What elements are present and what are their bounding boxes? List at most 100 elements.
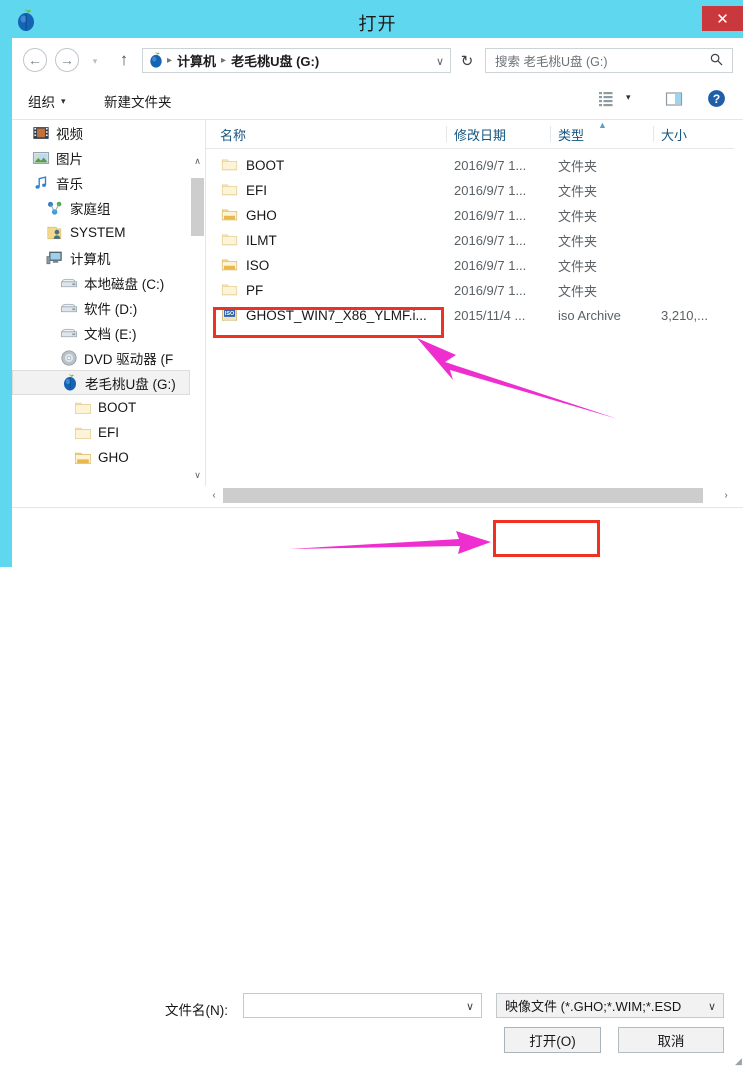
breadcrumb-separator[interactable]: ▸: [218, 55, 229, 66]
search-input[interactable]: 搜索 老毛桃U盘 (G:): [495, 51, 608, 70]
recent-locations-icon[interactable]: ▾: [89, 55, 101, 67]
column-divider[interactable]: [550, 126, 551, 142]
view-chevron-down-icon[interactable]: ▾: [626, 92, 631, 103]
file-list-hscrollbar[interactable]: ‹ ›: [206, 486, 734, 506]
sidebar-item-c[interactable]: 本地磁盘 (C:): [12, 270, 190, 295]
breadcrumb-separator[interactable]: ▸: [164, 55, 175, 66]
folder-icon: [74, 424, 92, 442]
file-name-cell: BOOT: [246, 158, 285, 173]
folder-full-icon: [220, 206, 239, 223]
dialog-footer: 文件名(N): ∨ 映像文件 (*.GHO;*.WIM;*.ESD ∨ 打开(O…: [12, 508, 743, 1066]
chevron-down-icon: ▾: [61, 95, 66, 106]
breadcrumb-computer[interactable]: 计算机: [175, 51, 218, 70]
dvd-icon: [60, 349, 78, 367]
svg-text:ISO: ISO: [225, 311, 234, 317]
sidebar-item-[interactable]: 图片: [12, 145, 190, 170]
table-row[interactable]: PF 2016/9/7 1... 文件夹: [206, 278, 734, 303]
table-row[interactable]: BOOT 2016/9/7 1... 文件夹: [206, 153, 734, 178]
file-name-cell: GHOST_WIN7_X86_YLMF.i...: [246, 308, 427, 323]
organize-button[interactable]: 组织 ▾: [28, 90, 66, 112]
chevron-down-icon[interactable]: ∨: [708, 1000, 716, 1013]
close-button[interactable]: ✕: [702, 6, 743, 31]
address-bar[interactable]: ▸ 计算机 ▸ 老毛桃U盘 (G:) ∨: [142, 48, 451, 73]
sidebar-item-dvdf[interactable]: DVD 驱动器 (F: [12, 345, 190, 370]
scroll-up-icon[interactable]: ∧: [190, 153, 205, 170]
help-icon[interactable]: ?: [707, 89, 726, 108]
sidebar-item-efi[interactable]: EFI: [12, 420, 190, 445]
file-date-cell: 2016/9/7 1...: [454, 208, 527, 223]
sidebar-item-label: 老毛桃U盘 (G:): [85, 376, 176, 392]
file-type-cell: 文件夹: [558, 284, 598, 299]
up-icon[interactable]: ↑: [114, 50, 134, 70]
column-header-type[interactable]: 类型: [558, 125, 584, 144]
window-title: 打开: [358, 14, 397, 34]
sidebar-item-label: DVD 驱动器 (F: [84, 351, 174, 367]
table-row[interactable]: EFI 2016/9/7 1... 文件夹: [206, 178, 734, 203]
chevron-down-icon[interactable]: ∨: [436, 55, 444, 68]
table-row[interactable]: ISO GHOST_WIN7_X86_YLMF.i... 2015/11/4 ...…: [206, 303, 734, 328]
file-name-cell: GHO: [246, 208, 277, 223]
refresh-icon[interactable]: ↻: [455, 48, 479, 73]
file-type-cell: 文件夹: [558, 234, 598, 249]
back-icon[interactable]: ←: [23, 48, 47, 72]
scroll-down-icon[interactable]: ∨: [190, 467, 205, 484]
sidebar-item-label: 文档 (E:): [84, 326, 137, 342]
search-box[interactable]: 搜索 老毛桃U盘 (G:): [485, 48, 733, 73]
drive-icon: [60, 324, 78, 342]
file-list-pane: 名称 修改日期 类型 ▲ 大小 BOOT 2016/9/7 1... 文件夹 EFI 2…: [206, 120, 734, 486]
chevron-down-icon[interactable]: ∨: [466, 1000, 474, 1013]
new-folder-button[interactable]: 新建文件夹: [104, 90, 172, 112]
open-button[interactable]: 打开(O): [504, 1027, 601, 1053]
navigation-pane: 视频 图片音乐家庭组 SYSTEM 计算机 本地磁盘 (C:) 软件 (D:) 文档 (E:…: [12, 120, 190, 486]
sidebar-item-label: 家庭组: [70, 201, 111, 217]
search-icon: [710, 53, 723, 69]
column-header-size[interactable]: 大小: [661, 125, 687, 144]
table-row[interactable]: ISO 2016/9/7 1... 文件夹: [206, 253, 734, 278]
table-row[interactable]: ILMT 2016/9/7 1... 文件夹: [206, 228, 734, 253]
sidebar-scrollbar[interactable]: ∧ ∨: [190, 120, 205, 486]
file-date-cell: 2016/9/7 1...: [454, 283, 527, 298]
sidebar-item-system[interactable]: SYSTEM: [12, 220, 190, 245]
sidebar-item-[interactable]: 家庭组: [12, 195, 190, 220]
picture-icon: [32, 149, 50, 167]
folder-icon: [74, 399, 92, 417]
column-header-date[interactable]: 修改日期: [454, 125, 506, 144]
sidebar-item-[interactable]: 计算机: [12, 245, 190, 270]
sidebar-scroll-thumb[interactable]: [191, 178, 204, 236]
peach-icon: [61, 373, 79, 392]
hscroll-thumb[interactable]: [223, 488, 703, 503]
sidebar-item-label: SYSTEM: [70, 225, 126, 240]
forward-icon[interactable]: →: [55, 48, 79, 72]
file-name-cell: ILMT: [246, 233, 277, 248]
sidebar-item-[interactable]: 视频: [12, 120, 190, 145]
file-type-select[interactable]: 映像文件 (*.GHO;*.WIM;*.ESD ∨: [496, 993, 724, 1018]
sidebar-item-e[interactable]: 文档 (E:): [12, 320, 190, 345]
column-divider[interactable]: [653, 126, 654, 142]
computer-icon: [46, 249, 64, 267]
sidebar-item-d[interactable]: 软件 (D:): [12, 295, 190, 320]
view-grid-icon[interactable]: [597, 89, 617, 109]
sort-ascending-icon: ▲: [598, 120, 607, 130]
preview-pane-icon[interactable]: [664, 89, 684, 109]
sidebar-item-label: 音乐: [56, 176, 83, 192]
sidebar-item-ug[interactable]: 老毛桃U盘 (G:): [12, 370, 190, 395]
sidebar-item-boot[interactable]: BOOT: [12, 395, 190, 420]
folder-full-icon: [74, 449, 92, 467]
file-date-cell: 2016/9/7 1...: [454, 158, 527, 173]
cancel-button[interactable]: 取消: [618, 1027, 724, 1053]
open-file-dialog-window: 打开 ✕ ← → ▾ ↑ ▸ 计算机 ▸ 老毛桃U盘 (G:) ∨ ↻ 搜索 老…: [0, 0, 743, 1066]
resize-grip[interactable]: ◢: [735, 1056, 742, 1067]
table-row[interactable]: GHO 2016/9/7 1... 文件夹: [206, 203, 734, 228]
column-divider[interactable]: [446, 126, 447, 142]
peach-icon: [148, 52, 164, 69]
scroll-left-icon[interactable]: ‹: [206, 486, 222, 505]
column-header-name[interactable]: 名称: [220, 125, 246, 144]
filename-input[interactable]: ∨: [243, 993, 482, 1018]
sidebar-item-[interactable]: 音乐: [12, 170, 190, 195]
scroll-right-icon[interactable]: ›: [718, 486, 734, 505]
sidebar-item-label: GHO: [98, 450, 129, 465]
sidebar-item-gho[interactable]: GHO: [12, 445, 190, 470]
breadcrumb-drive[interactable]: 老毛桃U盘 (G:): [229, 51, 321, 70]
file-date-cell: 2016/9/7 1...: [454, 233, 527, 248]
title-bar: 打开 ✕: [6, 6, 743, 39]
